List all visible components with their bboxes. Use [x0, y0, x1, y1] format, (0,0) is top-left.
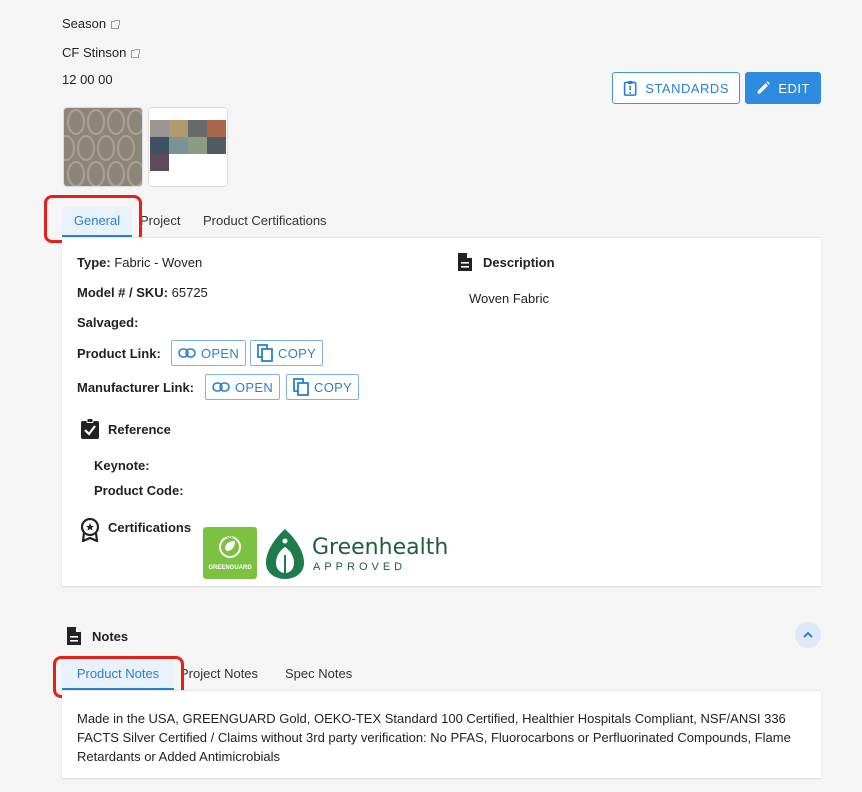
manufacturer-link-label: Manufacturer Link:: [77, 380, 195, 395]
fabric-pattern-image: [64, 108, 142, 186]
award-icon: [80, 518, 100, 542]
edit-button[interactable]: EDIT: [745, 72, 821, 104]
copy-label: COPY: [278, 345, 317, 361]
tab-spec-notes[interactable]: Spec Notes: [285, 660, 352, 690]
greenguard-label: GREENGUARD: [208, 565, 252, 571]
external-link-icon[interactable]: [111, 20, 121, 29]
keynote-label: Keynote:: [94, 458, 150, 473]
description-title: Description: [483, 255, 555, 270]
greenhealth-leaf-icon: [266, 529, 304, 579]
clipboard-check-icon: [81, 418, 99, 439]
open-label: OPEN: [235, 379, 274, 395]
certifications-title: Certifications: [108, 520, 192, 535]
model-value: 65725: [171, 285, 208, 300]
open-label: OPEN: [201, 345, 240, 361]
highlight-box-general-tab: [44, 195, 142, 243]
type-value: Fabric - Woven: [114, 255, 203, 270]
greenguard-ul-mark: UL: [226, 534, 234, 540]
reference-title: Reference: [108, 422, 171, 437]
standards-label: STANDARDS: [645, 80, 729, 96]
copy-label: COPY: [314, 379, 353, 395]
designer-text[interactable]: CF Stinson: [62, 45, 126, 60]
designer-link[interactable]: CF Stinson: [62, 45, 141, 60]
greenhealth-name: Greenhealth: [312, 535, 449, 560]
colorway-thumbnail[interactable]: [148, 107, 228, 187]
notes-document-icon: [67, 627, 81, 645]
copy-icon: [257, 344, 273, 362]
clipboard-alert-icon: [623, 80, 637, 96]
season-link[interactable]: Season: [62, 16, 121, 31]
product-notes-text: Made in the USA, GREENGUARD Gold, OEKO-T…: [77, 711, 791, 764]
notes-title: Notes: [92, 629, 129, 644]
greenhealth-approved: APPROVED: [313, 561, 407, 573]
type-field: Type: Fabric - Woven: [77, 255, 202, 270]
model-label: Model # / SKU:: [77, 285, 169, 300]
season-text[interactable]: Season: [62, 16, 106, 31]
tab-product-certifications[interactable]: Product Certifications: [203, 207, 327, 237]
tab-project-notes[interactable]: Project Notes: [180, 660, 258, 690]
page: Season CF Stinson 12 00 00 STANDARDS EDI…: [0, 0, 862, 792]
edit-label: EDIT: [778, 80, 810, 96]
pencil-icon: [757, 81, 770, 94]
chevron-up-icon: [803, 631, 813, 638]
fabric-thumbnail[interactable]: [63, 107, 143, 187]
manufacturer-link-open-button[interactable]: OPEN: [205, 374, 281, 400]
document-icon: [458, 253, 472, 271]
colorway-swatch-grid: [149, 108, 227, 186]
product-link-copy-button[interactable]: COPY: [250, 340, 324, 366]
salvaged-label: Salvaged:: [77, 315, 139, 330]
salvaged-field: Salvaged:: [77, 315, 138, 330]
greenhealth-logo: Greenhealth APPROVED: [265, 527, 448, 581]
link-icon: [178, 348, 196, 358]
spec-code: 12 00 00: [62, 72, 113, 87]
product-code-label: Product Code:: [94, 483, 184, 498]
greenguard-badge: UL GREENGUARD: [203, 527, 257, 579]
external-link-icon[interactable]: [131, 49, 141, 58]
copy-icon: [293, 378, 309, 396]
product-link-open-button[interactable]: OPEN: [171, 340, 247, 366]
manufacturer-link-copy-button[interactable]: COPY: [286, 374, 360, 400]
model-field: Model # / SKU: 65725: [77, 285, 208, 300]
product-link-label: Product Link:: [77, 346, 161, 361]
tab-project[interactable]: Project: [140, 207, 180, 237]
description-text: Woven Fabric: [469, 291, 549, 306]
standards-button[interactable]: STANDARDS: [612, 72, 740, 104]
notes-collapse-button[interactable]: [795, 622, 821, 648]
type-label: Type:: [77, 255, 111, 270]
link-icon: [212, 382, 230, 392]
